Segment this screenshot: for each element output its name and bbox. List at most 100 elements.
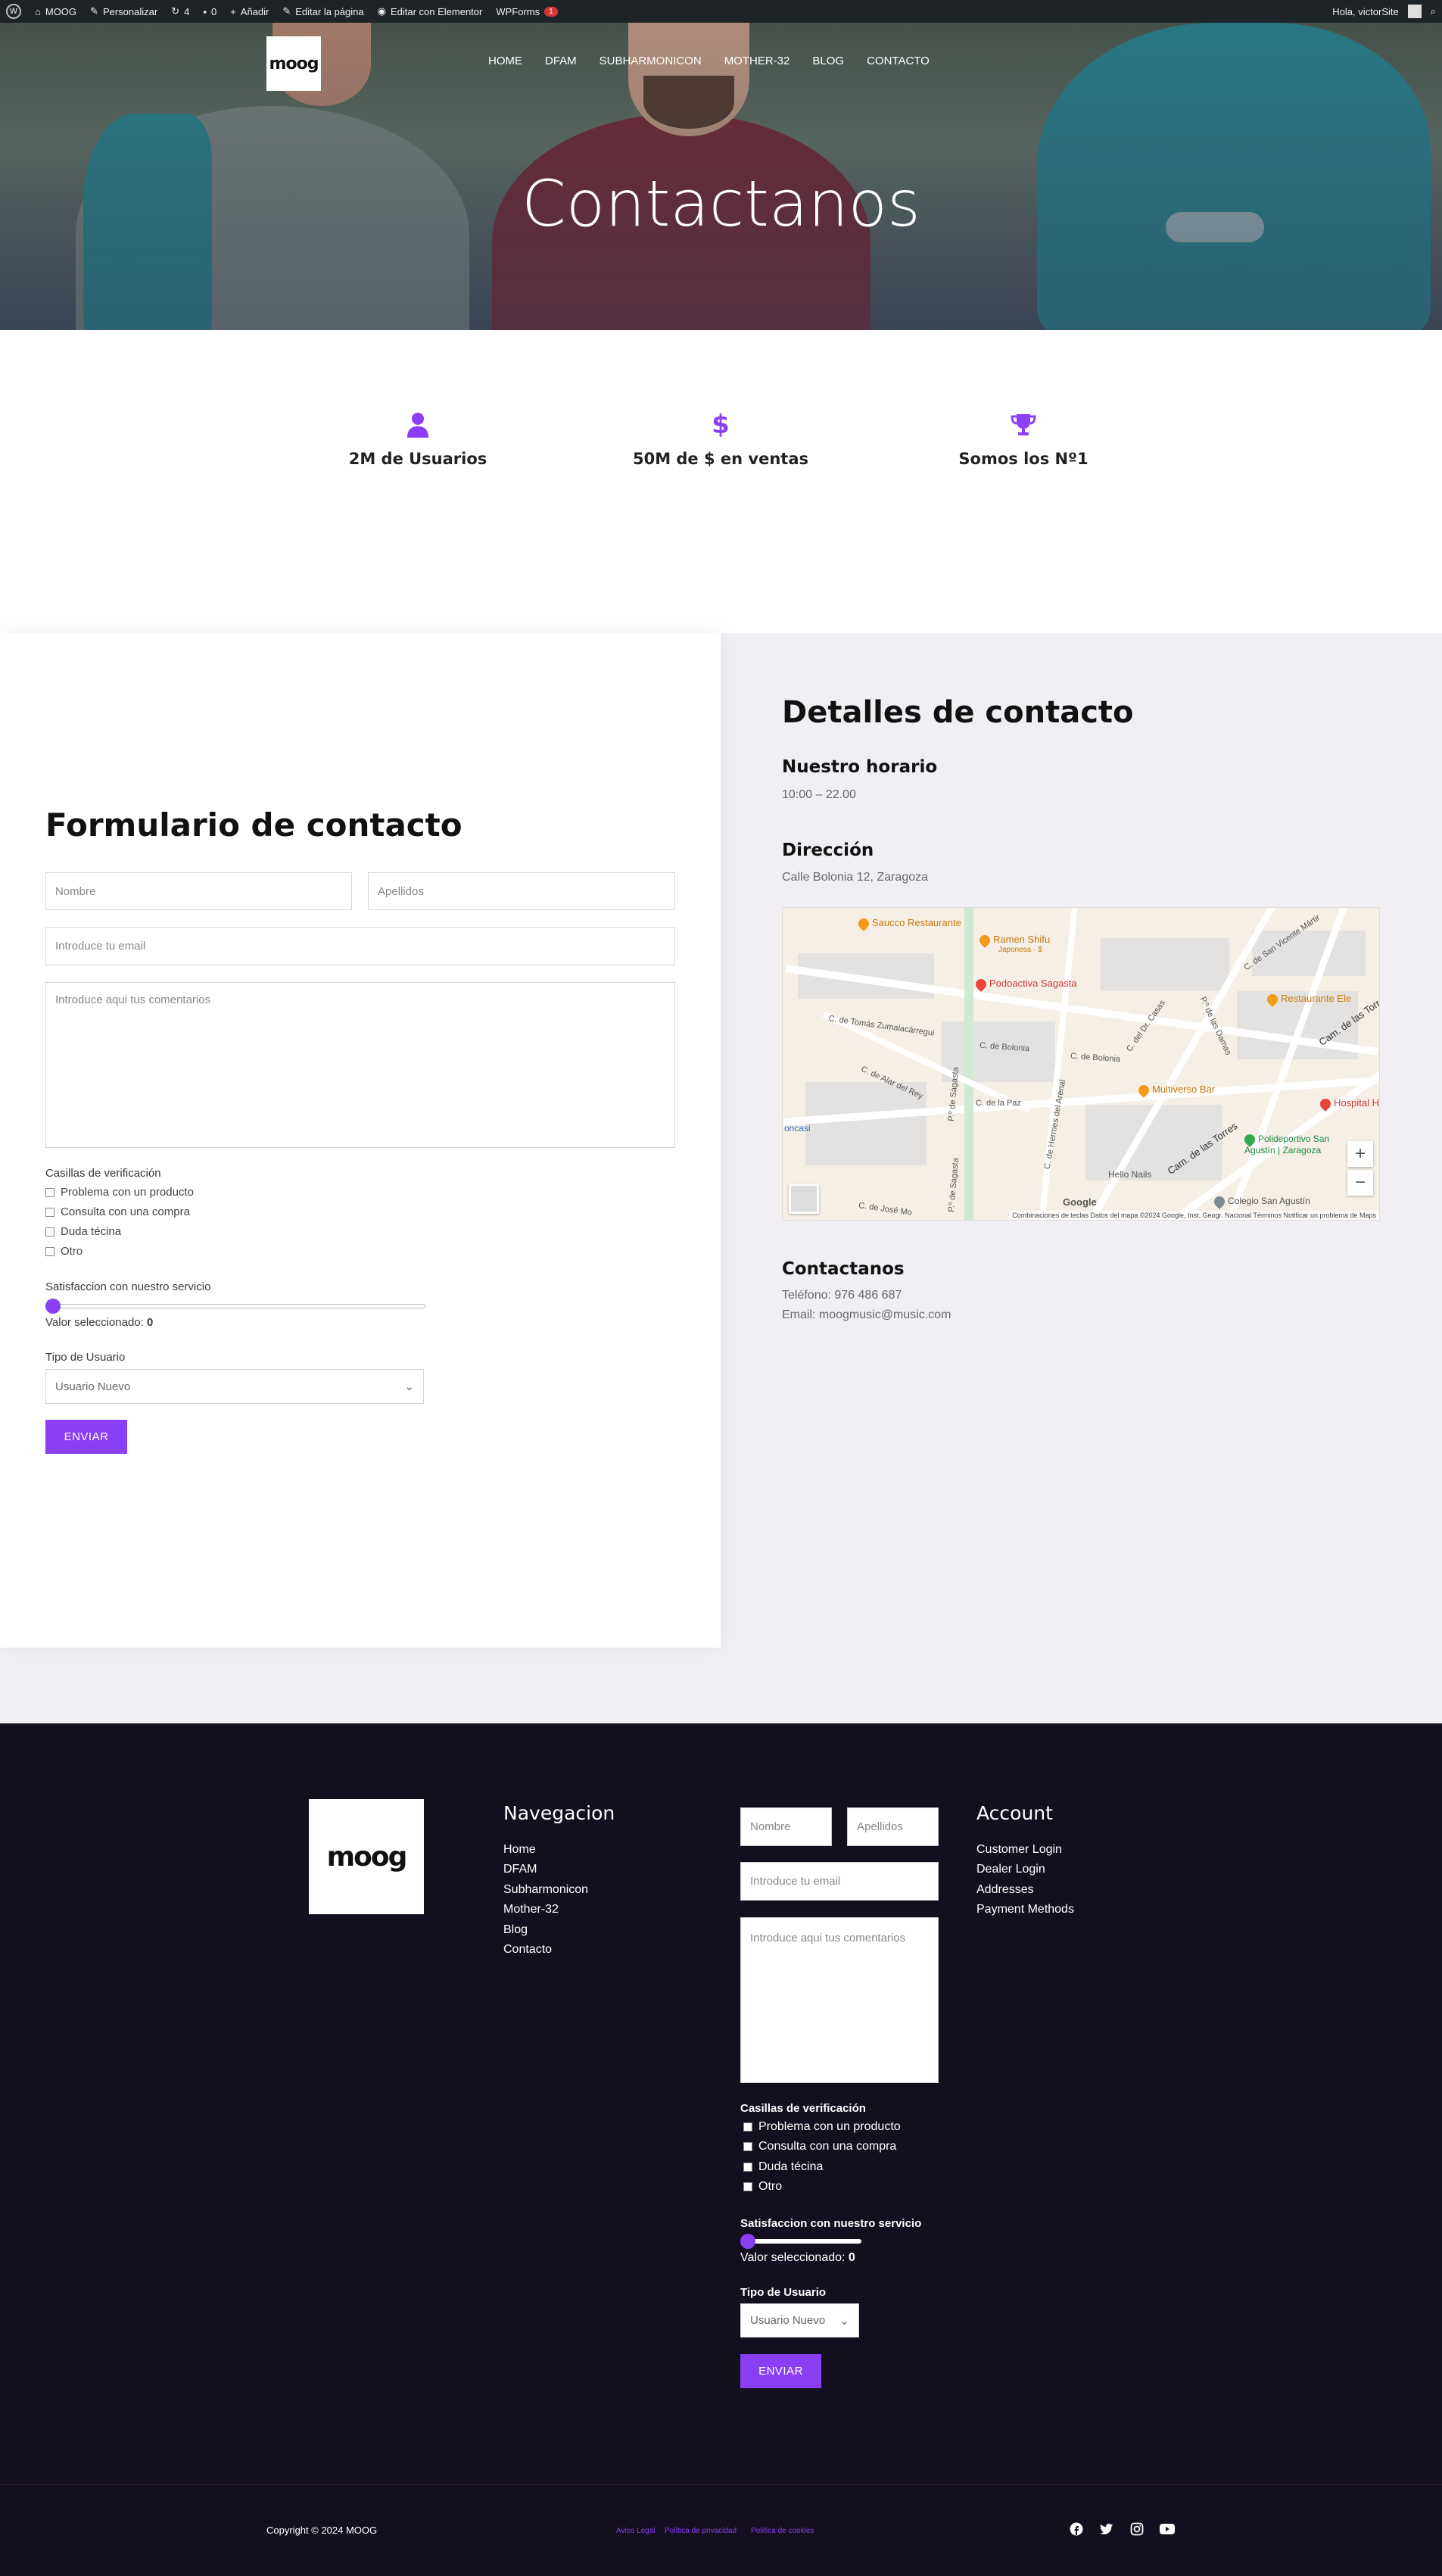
satisfaction-slider[interactable] <box>47 1304 425 1308</box>
first-name-input[interactable]: Nombre <box>45 872 352 910</box>
submit-button[interactable]: ENVIAR <box>45 1420 127 1454</box>
map-place[interactable]: Saucco Restaurante <box>856 915 961 931</box>
map-layers-button[interactable] <box>789 1184 819 1214</box>
site-name-link[interactable]: ⌂ MOOG <box>35 6 76 17</box>
checkbox-purchase[interactable]: Consulta con una compra <box>45 1205 190 1218</box>
map-place[interactable]: Podoactiva Sagasta <box>973 976 1077 992</box>
map-pin-icon <box>1265 991 1280 1007</box>
edit-page-link[interactable]: ✎ Editar la página <box>282 5 363 17</box>
copyright: Copyright © 2024 MOOG <box>266 2525 378 2536</box>
map-attribution[interactable]: Combinaciones de teclas Datos del mapa ©… <box>1009 1211 1379 1220</box>
footer-comments-textarea[interactable]: Introduce aqui tus comentarios <box>740 1917 939 2083</box>
checkbox[interactable] <box>45 1207 55 1217</box>
footer-link-addresses[interactable]: Addresses <box>976 1883 1034 1897</box>
user-greeting[interactable]: Hola, victorSite <box>1332 6 1398 17</box>
updates-link[interactable]: ↻ 4 <box>171 5 189 17</box>
legal-link-cookies[interactable]: Política de cookies <box>751 2527 814 2535</box>
map-place[interactable]: Hello Nails <box>1108 1169 1151 1180</box>
footer-account-heading: Account <box>976 1802 1053 1824</box>
home-icon: ⌂ <box>35 5 41 17</box>
footer-checkbox-other[interactable]: Otro <box>743 2180 782 2194</box>
footer-logo[interactable]: moog <box>309 1799 424 1914</box>
site-logo[interactable]: moog <box>266 36 321 91</box>
email-input[interactable]: Introduce tu email <box>45 927 675 965</box>
wpforms-link[interactable]: WPForms 1 <box>496 6 558 17</box>
map-place[interactable]: Polideportivo San Agustín | Zaragoza <box>1242 1131 1335 1155</box>
footer-link-contacto[interactable]: Contacto <box>503 1943 552 1957</box>
footer-link-subharmonicon[interactable]: Subharmonicon <box>503 1883 588 1897</box>
footer-link-payment-methods[interactable]: Payment Methods <box>976 1903 1074 1916</box>
selected-number: 0 <box>146 1316 154 1329</box>
search-icon[interactable]: ⌕ <box>1431 5 1436 17</box>
checkbox[interactable] <box>743 2122 752 2132</box>
checkbox[interactable] <box>743 2182 752 2191</box>
footer-last-name-input[interactable]: Apellidos <box>847 1807 939 1846</box>
admin-bar: W ⌂ MOOG ✎ Personalizar ↻ 4 ▪ 0 + Añadir ✎ Edi… <box>0 0 1442 23</box>
select-value: Usuario Nuevo <box>55 1380 131 1393</box>
phone-text: Teléfono: 976 486 687 <box>782 1289 902 1302</box>
nav-blog[interactable]: BLOG <box>812 55 844 67</box>
nav-dfam[interactable]: DFAM <box>545 55 577 67</box>
checkbox-technical[interactable]: Duda técina <box>45 1225 121 1238</box>
map-place[interactable]: oncasi <box>784 1123 811 1134</box>
legal-link-privacy[interactable]: Política de privacidad <box>665 2527 737 2535</box>
map-place[interactable]: Multiverso Bar <box>1136 1082 1215 1098</box>
footer-link-blog[interactable]: Blog <box>503 1923 528 1937</box>
footer-link-home[interactable]: Home <box>503 1843 536 1857</box>
checkbox[interactable] <box>45 1246 55 1256</box>
place-name: Hospital HC <box>1334 1097 1379 1109</box>
avatar[interactable] <box>1407 5 1422 18</box>
map-place[interactable]: Restaurante Ele <box>1265 991 1351 1007</box>
nav-mother-32[interactable]: MOTHER-32 <box>724 55 790 67</box>
checkbox-label: Otro <box>758 2180 783 2193</box>
footer-link-customer-login[interactable]: Customer Login <box>976 1843 1062 1857</box>
checkbox[interactable] <box>743 2142 752 2151</box>
address-text: Calle Bolonia 12, Zaragoza <box>782 871 929 884</box>
checkbox-label: Duda técina <box>61 1225 122 1238</box>
footer-checkbox-technical[interactable]: Duda técina <box>743 2160 823 2174</box>
google-map[interactable]: Saucco Restaurante Ramen Shifu Japonesa … <box>782 907 1380 1221</box>
footer-satisfaction-slider[interactable] <box>742 2239 861 2244</box>
add-new-link[interactable]: + Añadir <box>230 6 269 17</box>
zoom-out-button[interactable]: − <box>1347 1170 1373 1196</box>
footer-link-mother-32[interactable]: Mother-32 <box>503 1903 559 1916</box>
twitter-icon[interactable] <box>1099 2521 1114 2537</box>
footer-checkbox-purchase[interactable]: Consulta con una compra <box>743 2140 896 2153</box>
footer-link-dfam[interactable]: DFAM <box>503 1863 537 1876</box>
instagram-icon[interactable] <box>1129 2521 1145 2537</box>
footer-checkbox-product[interactable]: Problema con un producto <box>743 2120 901 2134</box>
map-place[interactable]: Hospital HC <box>1318 1096 1379 1112</box>
checkbox[interactable] <box>45 1187 55 1197</box>
footer-link-dealer-login[interactable]: Dealer Login <box>976 1863 1045 1876</box>
email-text: Email: moogmusic@music.com <box>782 1308 951 1321</box>
nav-contacto[interactable]: CONTACTO <box>867 55 930 67</box>
footer-slider-thumb[interactable] <box>740 2234 755 2249</box>
zoom-in-button[interactable]: + <box>1347 1141 1373 1167</box>
checkbox-product[interactable]: Problema con un producto <box>45 1186 194 1199</box>
wordpress-menu[interactable]: W <box>6 4 21 19</box>
dollar-icon: $ <box>712 410 730 440</box>
nav-subharmonicon[interactable]: SUBHARMONICON <box>600 55 702 67</box>
customize-link[interactable]: ✎ Personalizar <box>90 5 157 17</box>
slider-thumb[interactable] <box>45 1299 61 1314</box>
comments-link[interactable]: ▪ 0 <box>203 6 216 17</box>
last-name-input[interactable]: Apellidos <box>368 872 675 910</box>
checkbox[interactable] <box>743 2163 752 2172</box>
chevron-down-icon: ⌄ <box>404 1380 414 1393</box>
map-place[interactable]: Colegio San Agustín <box>1212 1193 1310 1209</box>
map-place[interactable]: Ramen Shifu <box>977 932 1050 948</box>
user-type-select[interactable]: Usuario Nuevo ⌄ <box>45 1369 424 1404</box>
wordpress-icon: W <box>6 4 21 19</box>
youtube-icon[interactable] <box>1160 2521 1175 2537</box>
elementor-link[interactable]: ◉ Editar con Elementor <box>378 5 483 17</box>
legal-link-aviso[interactable]: Aviso Legal <box>616 2527 656 2535</box>
comments-textarea[interactable]: Introduce aqui tus comentarios <box>45 982 675 1148</box>
footer-email-input[interactable]: Introduce tu email <box>740 1862 939 1901</box>
nav-home[interactable]: HOME <box>488 55 522 67</box>
checkbox[interactable] <box>45 1227 55 1237</box>
facebook-icon[interactable] <box>1069 2521 1084 2537</box>
checkbox-other[interactable]: Otro <box>45 1245 83 1258</box>
footer-user-type-select[interactable]: Usuario Nuevo ⌄ <box>740 2303 859 2337</box>
footer-first-name-input[interactable]: Nombre <box>740 1807 832 1846</box>
footer-submit-button[interactable]: ENVIAR <box>740 2354 821 2388</box>
